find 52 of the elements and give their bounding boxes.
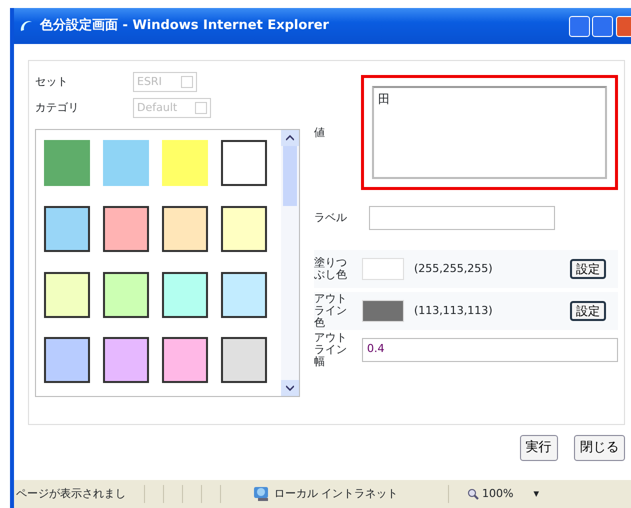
color-swatch[interactable]	[221, 140, 267, 186]
scroll-thumb[interactable]	[283, 146, 297, 206]
color-swatch[interactable]	[221, 272, 267, 318]
fill-color-label: 塗りつぶし色	[314, 256, 348, 282]
color-swatch[interactable]	[221, 337, 267, 384]
scroll-up-button[interactable]	[281, 130, 299, 146]
zoom-menu-button[interactable]: ▾	[533, 486, 539, 502]
color-swatch[interactable]	[221, 206, 267, 252]
color-swatch[interactable]	[162, 206, 208, 252]
fill-color-value: (255,255,255)	[414, 260, 493, 277]
chevron-up-icon	[286, 135, 294, 141]
color-swatch[interactable]	[103, 140, 149, 186]
color-swatch[interactable]	[162, 337, 208, 384]
set-label: セット	[35, 76, 69, 88]
color-swatch[interactable]	[44, 140, 90, 186]
outline-width-field[interactable]: 0.4	[362, 338, 618, 362]
outline-color-value: (113,113,113)	[414, 302, 493, 319]
color-swatch[interactable]	[103, 272, 149, 318]
caret-icon	[195, 102, 207, 114]
scroll-down-button[interactable]	[281, 380, 299, 396]
color-swatch[interactable]	[103, 206, 149, 252]
label-label: ラベル	[314, 212, 348, 224]
zone-text: ローカル イントラネット	[274, 486, 398, 502]
outline-color-label: アウトライン色	[314, 292, 348, 330]
color-swatch[interactable]	[162, 272, 208, 318]
color-swatch[interactable]	[44, 272, 90, 318]
outline-width-label: アウトライン幅	[314, 332, 348, 368]
run-button[interactable]: 実行	[520, 435, 558, 461]
maximize-button[interactable]	[592, 16, 614, 36]
close-dialog-button[interactable]: 閉じる	[574, 435, 625, 461]
browser-icon	[18, 18, 34, 34]
color-swatch[interactable]	[44, 337, 90, 384]
color-swatch[interactable]	[103, 337, 149, 384]
caret-icon	[181, 76, 193, 88]
value-label: 値	[314, 127, 326, 141]
symbol-preview: 田	[378, 92, 390, 106]
window-title: 色分設定画面 - Windows Internet Explorer	[40, 16, 329, 36]
category-label: カテゴリ	[35, 102, 80, 114]
status-message: ページが表示されまし	[15, 486, 126, 502]
color-swatch[interactable]	[162, 140, 208, 186]
value-field[interactable]: 田	[372, 86, 607, 179]
set-button[interactable]: 設定	[570, 300, 606, 322]
label-field[interactable]	[369, 206, 555, 230]
close-button[interactable]	[616, 16, 631, 36]
zoom-level[interactable]: 100%	[482, 486, 514, 502]
minimize-button[interactable]	[568, 16, 590, 36]
chevron-down-icon	[286, 385, 294, 391]
zoom-icon	[467, 488, 480, 500]
color-swatch[interactable]	[44, 206, 90, 252]
network-icon	[253, 486, 271, 502]
set-button[interactable]: 設定	[570, 258, 606, 280]
scrollbar[interactable]	[281, 130, 299, 396]
